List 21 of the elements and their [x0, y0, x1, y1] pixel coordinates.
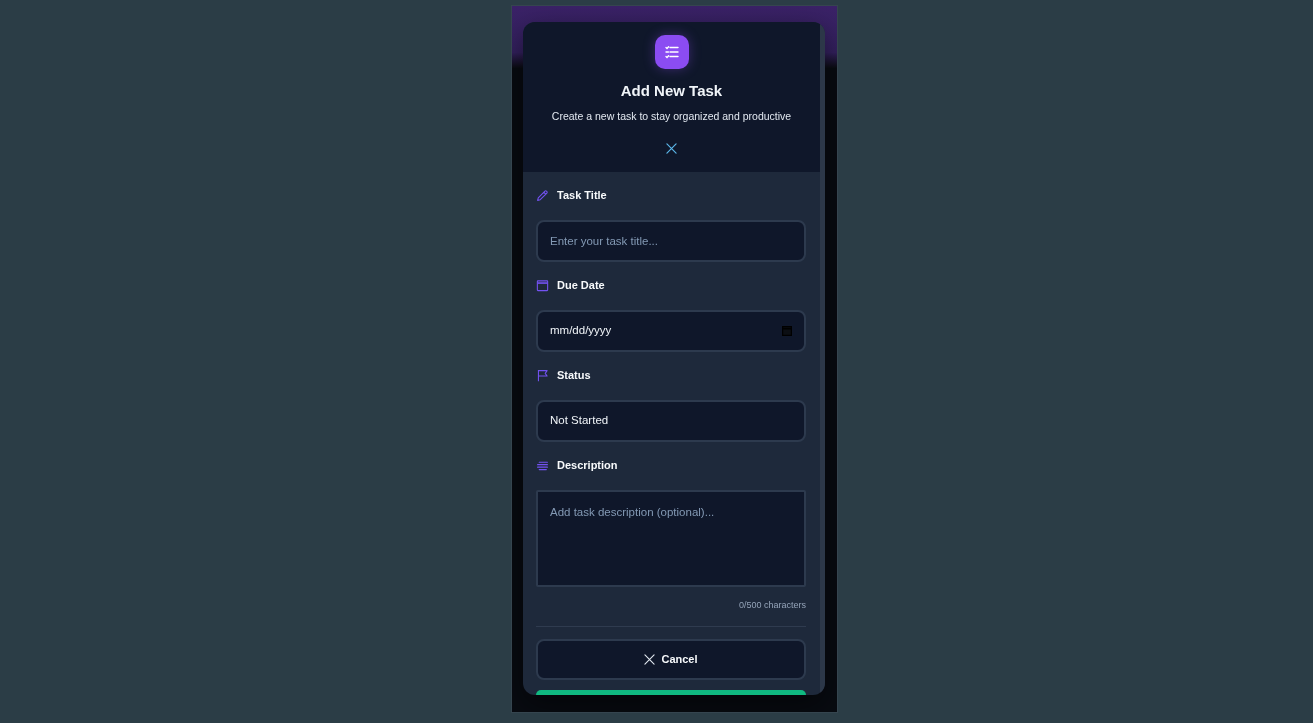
cancel-button[interactable]: Cancel — [536, 639, 806, 680]
date-field[interactable]: mm/dd/yyyy — [536, 310, 806, 352]
confirm-button[interactable] — [536, 690, 806, 695]
close-icon — [666, 143, 677, 154]
text-input[interactable]: Enter your task title... — [536, 220, 806, 262]
description-textarea[interactable]: Add task description (optional)... — [536, 490, 806, 587]
flag-icon — [536, 368, 549, 382]
modal-title: Add New Task — [620, 82, 723, 100]
field-label: Task Title — [557, 188, 607, 202]
pencil-icon — [536, 188, 549, 202]
character-counter: 0/500 characters — [738, 599, 806, 611]
calendar-icon — [536, 278, 549, 292]
modal-subtitle: Create a new task to stay organized and productive — [551, 109, 792, 123]
close-button[interactable] — [666, 143, 677, 154]
field-label: Status — [557, 368, 591, 382]
close-icon — [644, 654, 656, 665]
checklist-icon — [654, 35, 689, 69]
field-label: Due Date — [557, 278, 605, 292]
status-dropdown[interactable]: Not Started — [536, 400, 806, 442]
field-label: Description — [557, 458, 618, 472]
calendar-icon — [782, 326, 792, 336]
